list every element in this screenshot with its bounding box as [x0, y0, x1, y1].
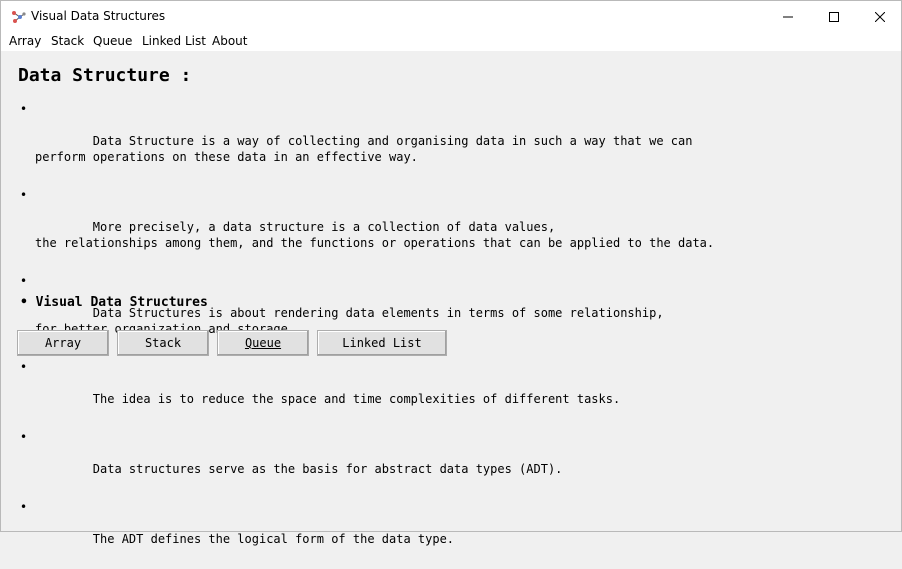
array-button[interactable]: Array	[17, 330, 109, 356]
maximize-icon	[829, 11, 839, 22]
list-item-text: More precisely, a data structure is a co…	[35, 220, 715, 250]
list-item: • The idea is to reduce the space and ti…	[20, 359, 880, 423]
queue-button-label: Queue	[244, 336, 282, 350]
section-heading: • Visual Data Structures	[20, 295, 208, 310]
close-icon	[875, 11, 885, 22]
bullet-dot: •	[20, 430, 28, 444]
list-item: • Data structures serve as the basis for…	[20, 429, 880, 493]
menu-bar: Array Stack Queue Linked List About	[1, 32, 901, 51]
linked-list-button-label: Linked List	[342, 336, 422, 350]
queue-button[interactable]: Queue	[217, 330, 309, 356]
bullet-dot: •	[20, 360, 28, 374]
list-item-text: Data structures serve as the basis for a…	[92, 462, 563, 476]
title-bar[interactable]: Visual Data Structures	[1, 1, 901, 32]
list-item: • Data Structure is a way of collecting …	[20, 101, 880, 181]
maximize-button[interactable]	[811, 1, 857, 32]
list-item: • More precisely, a data structure is a …	[20, 187, 880, 267]
main-content: Data Structure : • Data Structure is a w…	[1, 51, 901, 546]
linked-list-button[interactable]: Linked List	[317, 330, 447, 356]
menu-array[interactable]: Array	[9, 34, 41, 48]
list-item-text: The idea is to reduce the space and time…	[92, 392, 621, 406]
minimize-icon	[783, 16, 793, 17]
bullet-dot: •	[20, 274, 28, 288]
menu-queue[interactable]: Queue	[93, 34, 132, 48]
window-title: Visual Data Structures	[31, 9, 166, 23]
stack-button-label: Stack	[144, 336, 182, 350]
menu-about[interactable]: About	[212, 34, 247, 48]
app-window: Visual Data Structures Array Stack Queue…	[0, 0, 902, 546]
page-title: Data Structure :	[18, 65, 192, 86]
bullet-dot: •	[20, 102, 28, 116]
list-item-text: Data Structure is a way of collecting an…	[35, 134, 693, 164]
bullet-dot: •	[20, 188, 28, 202]
close-button[interactable]	[857, 1, 902, 32]
minimize-button[interactable]	[765, 1, 811, 32]
menu-linked-list[interactable]: Linked List	[142, 34, 206, 48]
stack-button[interactable]: Stack	[117, 330, 209, 356]
bullet-dot: •	[20, 500, 28, 514]
menu-stack[interactable]: Stack	[51, 34, 84, 48]
list-item: • The ADT defines the logical form of th…	[20, 499, 880, 563]
molecule-app-icon	[10, 9, 26, 25]
array-button-label: Array	[44, 336, 82, 350]
list-item-text: The ADT defines the logical form of the …	[92, 532, 455, 546]
